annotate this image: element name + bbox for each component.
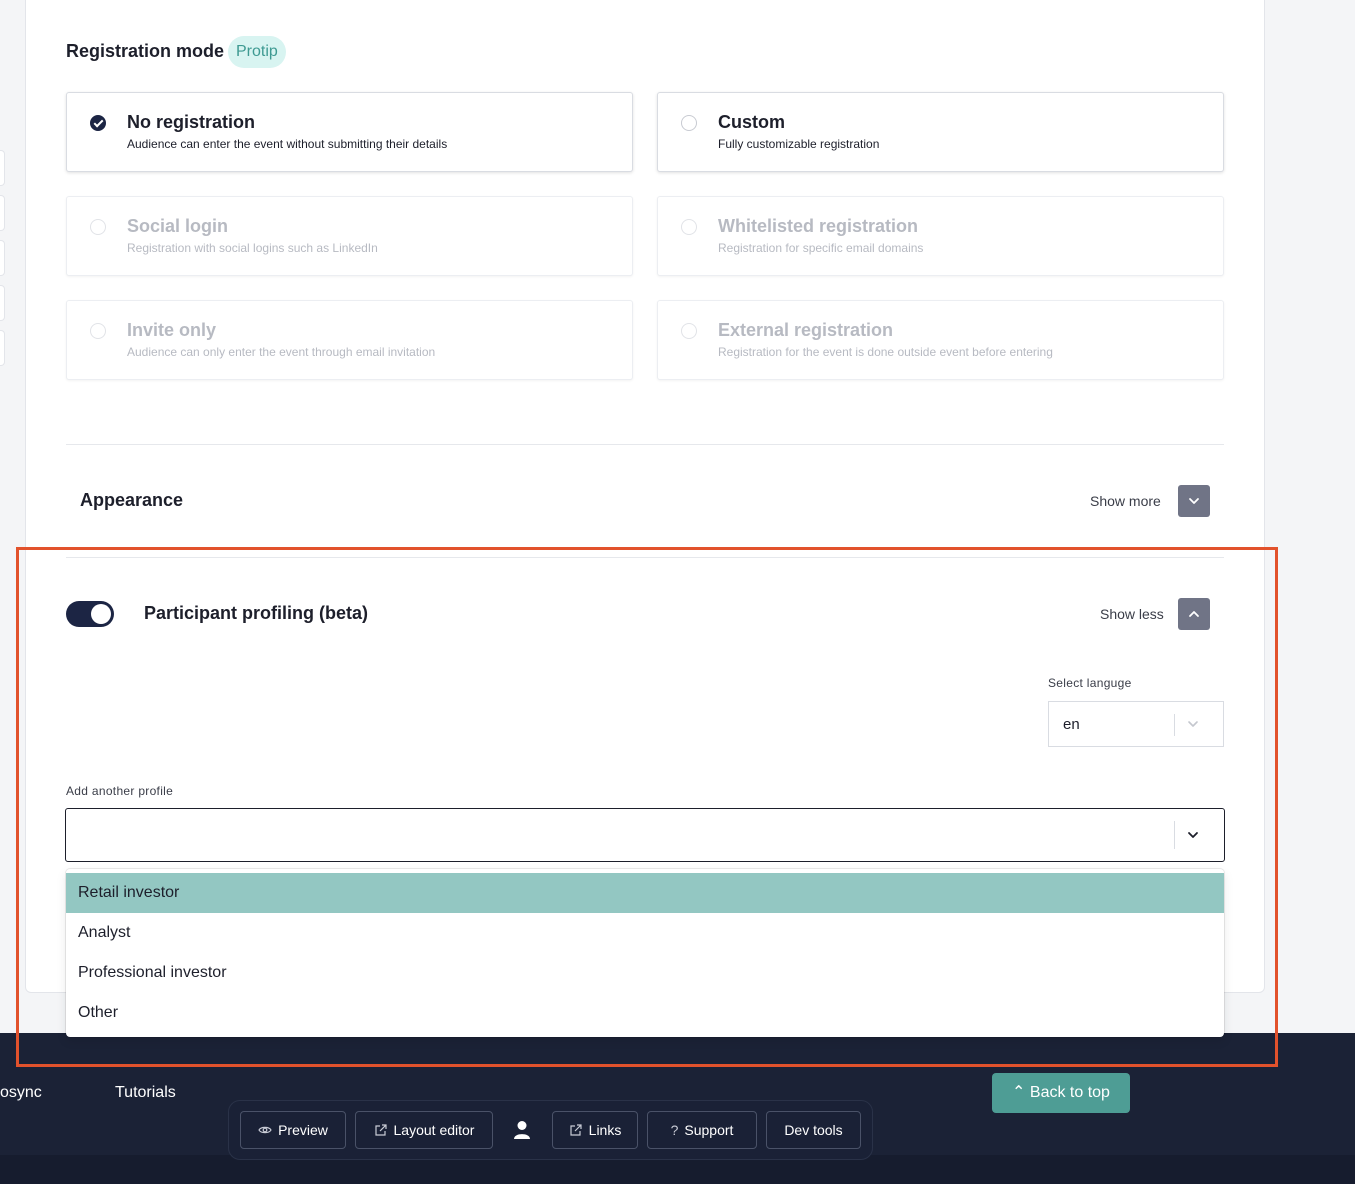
left-tab[interactable] (0, 150, 5, 186)
option-description: Audience can enter the event without sub… (127, 137, 448, 151)
profile-dropdown-menu: Retail investor Analyst Professional inv… (66, 869, 1224, 1037)
eye-icon (258, 1126, 272, 1134)
support-button[interactable]: ? Support (647, 1111, 757, 1149)
option-description: Registration for specific email domains (718, 241, 924, 255)
external-link-icon (570, 1124, 582, 1136)
option-invite-only: Invite only Audience can only enter the … (66, 300, 633, 380)
option-title: Custom (718, 112, 785, 132)
add-profile-label: Add another profile (66, 784, 174, 798)
radio-icon (90, 219, 106, 235)
radio-icon[interactable] (681, 115, 697, 131)
option-title: Invite only (127, 320, 217, 340)
dev-tools-button[interactable]: Dev tools (766, 1111, 861, 1149)
radio-icon (90, 323, 106, 339)
back-to-top-label: Back to top (1029, 1084, 1110, 1101)
question-icon: ? (670, 1122, 679, 1138)
select-language-label: Select languge (1048, 676, 1132, 690)
left-tab[interactable] (0, 195, 5, 231)
option-description: Audience can only enter the event throug… (127, 345, 436, 359)
left-tab[interactable] (0, 285, 5, 321)
support-label: Support (684, 1122, 734, 1138)
protip-badge[interactable]: Protip (228, 36, 286, 68)
preview-button[interactable]: Preview (240, 1111, 346, 1149)
select-separator (1174, 714, 1175, 736)
radio-icon (681, 219, 697, 235)
layout-editor-label: Layout editor (393, 1122, 475, 1138)
option-whitelisted-registration: Whitelisted registration Registration fo… (657, 196, 1224, 276)
external-link-icon (374, 1124, 387, 1136)
chevron-down-icon (1189, 498, 1199, 504)
participant-profiling-toggle[interactable] (66, 601, 114, 627)
option-description: Registration for the event is done outsi… (718, 345, 1053, 359)
floating-toolbar: Preview Layout editor Links ? Support De… (228, 1100, 873, 1160)
profiling-show-less-label[interactable]: Show less (1100, 606, 1164, 622)
chevron-up-icon (1189, 611, 1199, 617)
dropdown-option[interactable]: Professional investor (66, 953, 1224, 993)
profiling-collapse-button[interactable] (1178, 598, 1210, 630)
radio-checked-icon[interactable] (90, 115, 106, 131)
footer-link-tutorials[interactable]: Tutorials (115, 1084, 176, 1102)
links-label: Links (588, 1122, 622, 1138)
appearance-title: Appearance (80, 490, 184, 510)
radio-icon (681, 323, 697, 339)
add-profile-select[interactable] (65, 808, 1225, 862)
back-to-top-button[interactable]: ⌃ Back to top (992, 1073, 1130, 1113)
layout-editor-button[interactable]: Layout editor (355, 1111, 493, 1149)
dropdown-option[interactable]: Retail investor (66, 873, 1224, 913)
chevron-down-icon[interactable] (1186, 828, 1200, 842)
option-title: External registration (718, 320, 894, 340)
option-social-login: Social login Registration with social lo… (66, 196, 633, 276)
appearance-show-more-label[interactable]: Show more (1090, 493, 1161, 509)
section-divider (66, 444, 1224, 445)
participant-profiling-title: Participant profiling (beta) (144, 603, 369, 623)
left-tab[interactable] (0, 330, 5, 366)
option-custom[interactable]: Custom Fully customizable registration (657, 92, 1224, 172)
registration-mode-title: Registration mode (66, 41, 225, 61)
user-icon[interactable] (513, 1120, 531, 1140)
section-divider (66, 557, 1224, 558)
option-title: Social login (127, 216, 229, 236)
language-select-value: en (1063, 716, 1080, 733)
links-button[interactable]: Links (552, 1111, 638, 1149)
footer-link-partial[interactable]: osync (0, 1084, 42, 1102)
preview-label: Preview (278, 1122, 328, 1138)
select-separator (1174, 821, 1175, 849)
option-no-registration[interactable]: No registration Audience can enter the e… (66, 92, 633, 172)
option-description: Registration with social logins such as … (127, 241, 378, 255)
dev-tools-label: Dev tools (784, 1122, 843, 1138)
dropdown-option[interactable]: Analyst (66, 913, 1224, 953)
chevron-down-icon[interactable] (1186, 717, 1200, 731)
chevron-up-icon: ⌃ (1012, 1084, 1026, 1101)
option-title: Whitelisted registration (718, 216, 919, 236)
appearance-expand-button[interactable] (1178, 485, 1210, 517)
option-external-registration: External registration Registration for t… (657, 300, 1224, 380)
option-title: No registration (127, 112, 256, 132)
option-description: Fully customizable registration (718, 137, 880, 151)
left-tab[interactable] (0, 240, 5, 276)
dropdown-option[interactable]: Other (66, 993, 1224, 1033)
language-select[interactable]: en (1048, 701, 1224, 747)
